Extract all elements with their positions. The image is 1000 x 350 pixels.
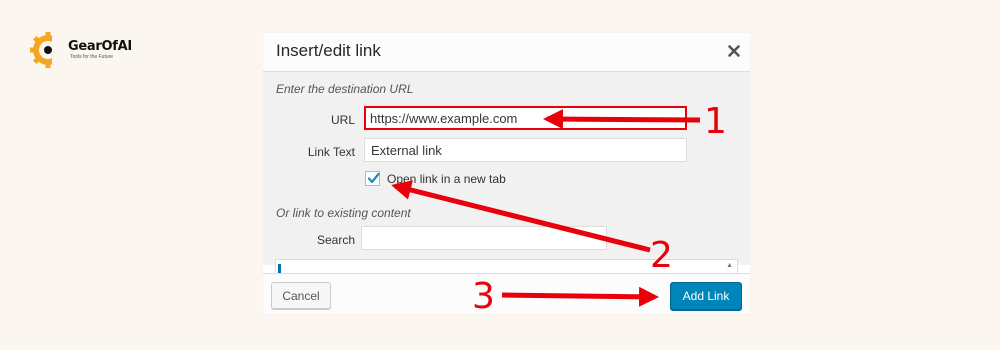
brand-name: GearOfAI (68, 38, 132, 54)
brand-tagline: Tools for the Future (70, 53, 114, 60)
checkmark-icon (367, 172, 380, 184)
url-input[interactable] (364, 106, 687, 130)
close-icon[interactable] (726, 43, 742, 59)
new-tab-label: Open link in a new tab (387, 172, 506, 186)
step-number-1: 1 (704, 101, 727, 142)
step-number-2: 2 (650, 235, 673, 276)
dialog-footer: Cancel Add Link (263, 273, 750, 314)
scroll-up-icon[interactable]: ▲ (726, 262, 733, 269)
search-label: Search (316, 233, 355, 247)
new-tab-checkbox[interactable] (365, 171, 380, 186)
add-link-button[interactable]: Add Link (670, 282, 742, 310)
existing-content-section-title: Or link to existing content (276, 206, 411, 220)
link-text-input[interactable] (364, 138, 687, 162)
search-input[interactable] (361, 226, 607, 250)
dialog-body: Enter the destination URL URL Link Text … (263, 72, 750, 265)
gear-icon (30, 32, 66, 68)
destination-section-title: Enter the destination URL (276, 82, 414, 96)
dialog-header: Insert/edit link (263, 33, 750, 72)
brand-logo: GearOfAI Tools for the Future (30, 32, 132, 68)
link-text-label: Link Text (307, 145, 355, 159)
insert-link-dialog: Insert/edit link Enter the destination U… (263, 33, 750, 314)
cancel-button[interactable]: Cancel (271, 282, 331, 309)
dialog-title: Insert/edit link (276, 41, 381, 60)
url-label: URL (330, 113, 355, 127)
step-number-3: 3 (472, 276, 495, 317)
